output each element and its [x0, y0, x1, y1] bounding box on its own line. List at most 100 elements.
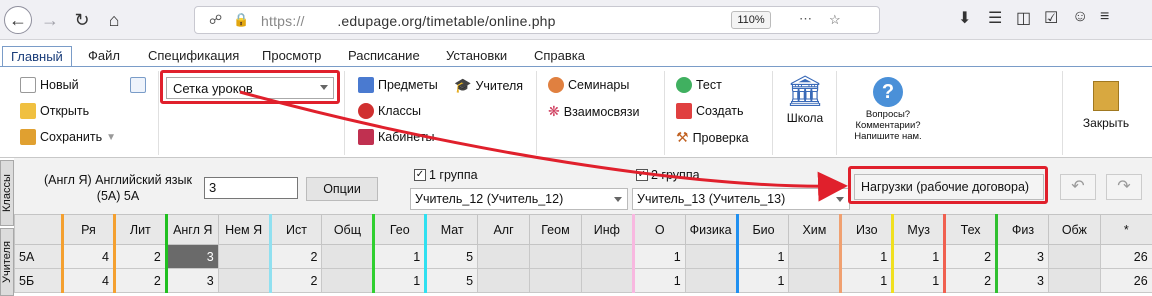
grid-cell[interactable]: 3 [995, 268, 1049, 293]
grid-cell[interactable]: 1 [735, 268, 790, 293]
grid-cell[interactable]: 2 [268, 268, 323, 293]
menu-icon[interactable]: ≡ [1100, 8, 1109, 26]
rooms-button[interactable]: Кабинеты [358, 129, 435, 145]
forward-icon[interactable]: → [36, 6, 64, 34]
grid-cell[interactable] [529, 244, 582, 269]
side-tab-teachers[interactable]: Учителя [0, 228, 14, 296]
grid-cell[interactable]: 5 [424, 268, 479, 293]
redo-icon[interactable]: ↷ [1106, 174, 1142, 200]
grid-cell[interactable]: 5 [424, 244, 479, 269]
grid-cell[interactable]: 2 [112, 244, 167, 269]
new-button[interactable]: Новый [20, 77, 79, 93]
column-header[interactable]: Геом [529, 214, 582, 245]
teacher1-select[interactable]: Учитель_12 (Учитель_12) [410, 188, 628, 210]
grid-cell[interactable]: 1 [839, 244, 894, 269]
grid-cell[interactable]: 1 [372, 268, 427, 293]
feedback-button[interactable]: ? Вопросы? Комментарии? Напишите нам. [840, 77, 936, 142]
tab-schedule[interactable]: Расписание [340, 46, 428, 66]
grid-cell[interactable]: 2 [268, 244, 323, 269]
column-header[interactable]: Мат [424, 214, 479, 245]
grid-cell[interactable]: 1 [735, 244, 790, 269]
teacher2-select[interactable]: Учитель_13 (Учитель_13) [632, 188, 850, 210]
grid-cell[interactable] [580, 244, 634, 269]
column-header[interactable]: Гео [372, 214, 427, 245]
column-header[interactable]: Муз [891, 214, 946, 245]
grid-cell[interactable]: 3 [164, 244, 219, 269]
grid-cell[interactable] [321, 244, 375, 269]
grid-cell[interactable]: 1 [631, 268, 686, 293]
column-header[interactable]: Био [735, 214, 790, 245]
grid-cell[interactable]: 26 [1099, 268, 1152, 293]
grid-cell[interactable]: 3 [995, 244, 1049, 269]
download-icon[interactable]: ⬇ [958, 8, 971, 28]
pocket-icon[interactable]: ☑ [1044, 8, 1058, 28]
tab-specification[interactable]: Спецификация [140, 46, 247, 66]
row-header[interactable]: 5Б [14, 268, 63, 293]
grid-cell[interactable]: 4 [61, 268, 115, 293]
grid-cell[interactable]: 3 [164, 268, 219, 293]
subjects-button[interactable]: Предметы [358, 77, 438, 93]
undo-icon[interactable]: ↶ [1060, 174, 1096, 200]
back-icon[interactable]: ← [4, 6, 32, 34]
library-icon[interactable]: ☰ [988, 8, 1002, 28]
tab-file[interactable]: Файл [80, 46, 128, 66]
reader-icon[interactable]: ⋯ [799, 11, 812, 27]
sidebar-icon[interactable]: ◫ [1016, 8, 1031, 28]
column-header[interactable]: Нем Я [217, 214, 271, 245]
column-header[interactable]: Ря [61, 214, 115, 245]
tab-main[interactable]: Главный [2, 46, 72, 66]
grid-cell[interactable]: 2 [943, 244, 998, 269]
test-button[interactable]: Тест [676, 77, 722, 93]
row-header[interactable]: 5А [14, 244, 63, 269]
lesson-count-input[interactable]: 3 [204, 177, 298, 199]
close-button[interactable]: Закрыть [1076, 81, 1136, 130]
seminars-button[interactable]: Семинары [548, 77, 629, 93]
column-header[interactable]: Тех [943, 214, 998, 245]
column-header[interactable]: Ист [268, 214, 323, 245]
tab-help[interactable]: Справка [526, 46, 593, 66]
print-preview-icon[interactable] [130, 77, 146, 93]
group1-checkbox[interactable]: ✓ 1 группа [414, 168, 478, 182]
bookmark-star-icon[interactable]: ☆ [829, 12, 841, 28]
grid-cell[interactable]: 1 [891, 244, 946, 269]
column-header[interactable]: Общ [321, 214, 375, 245]
column-header[interactable]: Хим [788, 214, 842, 245]
check-button[interactable]: ⚒ Проверка [676, 129, 749, 146]
grid-cell[interactable] [684, 244, 738, 269]
side-tab-classes[interactable]: Классы [0, 160, 14, 226]
grid-cell[interactable] [321, 268, 375, 293]
grid-cell[interactable] [529, 268, 582, 293]
grid-cell[interactable]: 2 [112, 268, 167, 293]
reload-icon[interactable]: ↻ [68, 6, 96, 34]
grid-cell[interactable]: 1 [631, 244, 686, 269]
column-header[interactable]: Алг [477, 214, 531, 245]
grid-cell[interactable] [1047, 268, 1101, 293]
zoom-badge[interactable]: 110% [731, 11, 771, 29]
column-header[interactable]: Изо [839, 214, 894, 245]
grid-cell[interactable] [1047, 244, 1101, 269]
grid-cell[interactable]: 2 [943, 268, 998, 293]
grid-cell[interactable] [684, 268, 738, 293]
grid-cell[interactable] [580, 268, 634, 293]
column-header[interactable]: Лит [112, 214, 167, 245]
grid-cell[interactable]: 1 [372, 244, 427, 269]
column-header[interactable]: Физ [995, 214, 1049, 245]
grid-cell[interactable] [217, 244, 271, 269]
grid-cell[interactable] [788, 268, 842, 293]
column-header[interactable]: Англ Я [164, 214, 219, 245]
relations-button[interactable]: ❋ Взаимосвязи [548, 103, 640, 120]
grid-cell[interactable] [217, 268, 271, 293]
grid-cell[interactable] [477, 268, 531, 293]
create-button[interactable]: Создать [676, 103, 744, 119]
column-header[interactable]: Физика [684, 214, 738, 245]
grid-cell[interactable]: 4 [61, 244, 115, 269]
grid-cell[interactable] [477, 244, 531, 269]
grid-cell[interactable]: 26 [1099, 244, 1152, 269]
school-button[interactable]: 🏛 Школа [780, 75, 830, 125]
account-icon[interactable]: ☺ [1072, 8, 1088, 26]
column-header[interactable]: Инф [580, 214, 634, 245]
home-icon[interactable]: ⌂ [100, 6, 128, 34]
tab-settings[interactable]: Установки [438, 46, 515, 66]
grid-cell[interactable]: 1 [891, 268, 946, 293]
options-button[interactable]: Опции [306, 177, 378, 201]
